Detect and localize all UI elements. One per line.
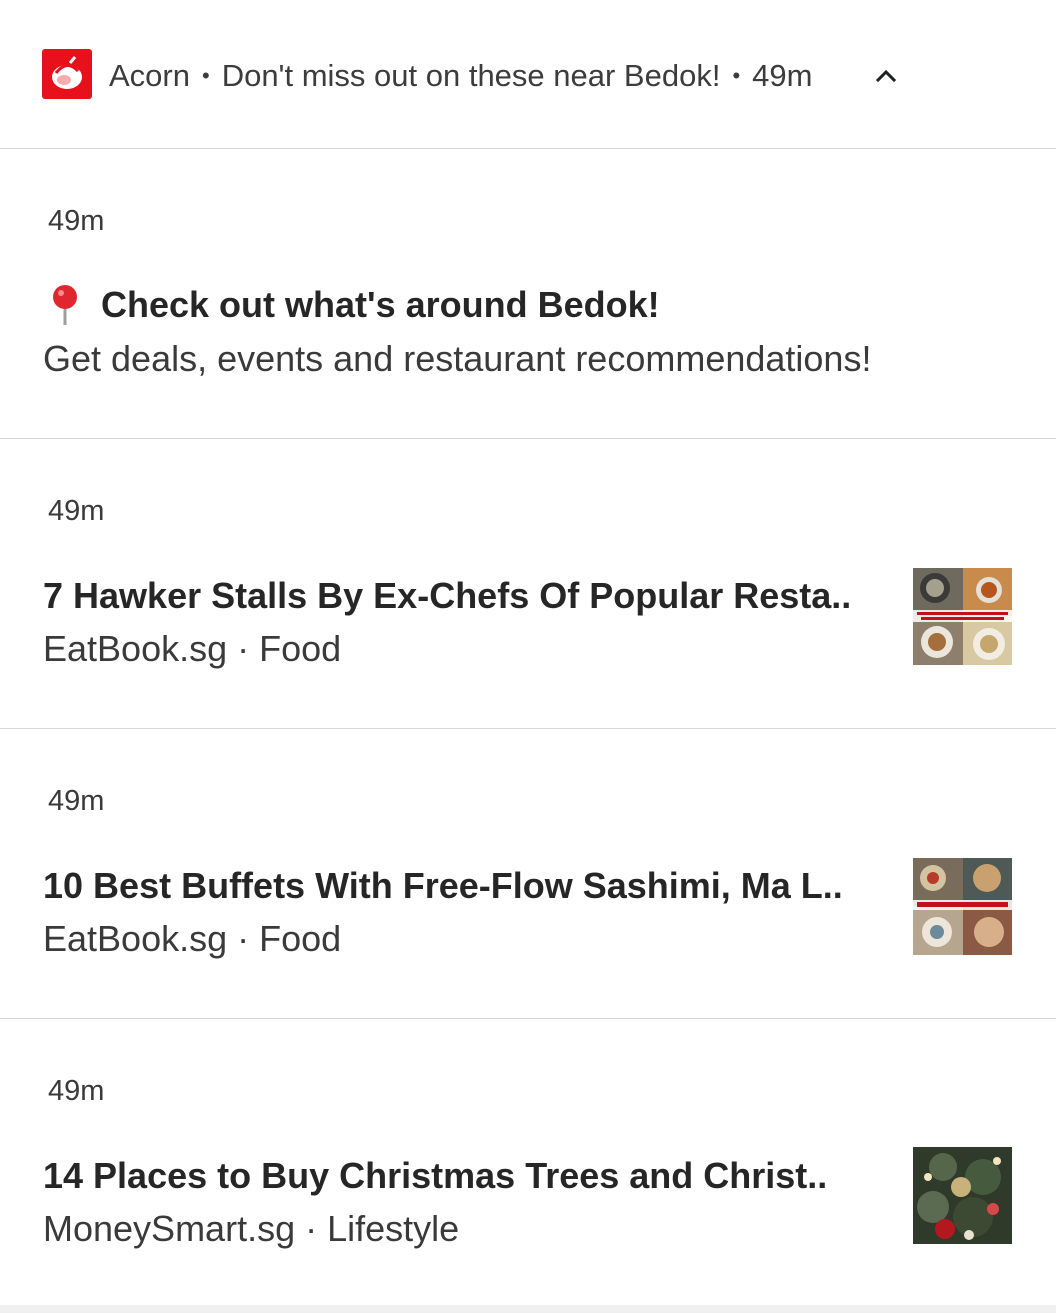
header-time: 49m <box>752 58 813 93</box>
buffet-collage-thumbnail <box>913 858 1012 955</box>
food-collage-thumbnail <box>913 568 1012 665</box>
notification-group-header[interactable]: Acorn • Don't miss out on these near Bedok… <box>0 0 1056 149</box>
divider <box>0 1305 1056 1313</box>
notification-time: 49m <box>48 495 105 527</box>
christmas-tree-thumbnail <box>913 1147 1012 1244</box>
notification-subtitle: Get deals, events and restaurant recomme… <box>43 338 872 379</box>
notification-item[interactable]: 49m 14 Places to Buy Christmas Trees and… <box>0 1019 1056 1309</box>
separator-dot: • <box>732 63 741 88</box>
notification-title: 7 Hawker Stalls By Ex-Chefs Of Popular R… <box>43 575 852 616</box>
header-summary: Don't miss out on these near Bedok! <box>221 58 721 93</box>
notification-title: Check out what's around Bedok! <box>43 283 660 327</box>
notification-time: 49m <box>48 205 105 237</box>
chevron-up-icon[interactable] <box>872 62 900 90</box>
notification-item[interactable]: 49m 7 Hawker Stalls By Ex-Chefs Of Popul… <box>0 439 1056 729</box>
acorn-app-icon <box>42 49 92 99</box>
notification-item[interactable]: 49m Check out what's around Bedok! Get d… <box>0 149 1056 439</box>
notification-time: 49m <box>48 785 105 817</box>
notification-item[interactable]: 49m 10 Best Buffets With Free-Flow Sashi… <box>0 729 1056 1019</box>
notification-title: 10 Best Buffets With Free-Flow Sashimi, … <box>43 865 843 906</box>
notification-title-text: Check out what's around Bedok! <box>101 284 660 325</box>
notification-source: MoneySmart.sg · Lifestyle <box>43 1208 460 1249</box>
notification-time: 49m <box>48 1075 105 1107</box>
separator-dot: • <box>201 63 210 88</box>
app-name: Acorn <box>109 58 190 93</box>
notification-source: EatBook.sg · Food <box>43 628 342 669</box>
notification-source: EatBook.sg · Food <box>43 918 342 959</box>
notification-title: 14 Places to Buy Christmas Trees and Chr… <box>43 1155 828 1196</box>
round-pushpin-icon <box>43 283 83 327</box>
header-summary-line: Acorn • Don't miss out on these near Bedok… <box>109 56 812 96</box>
